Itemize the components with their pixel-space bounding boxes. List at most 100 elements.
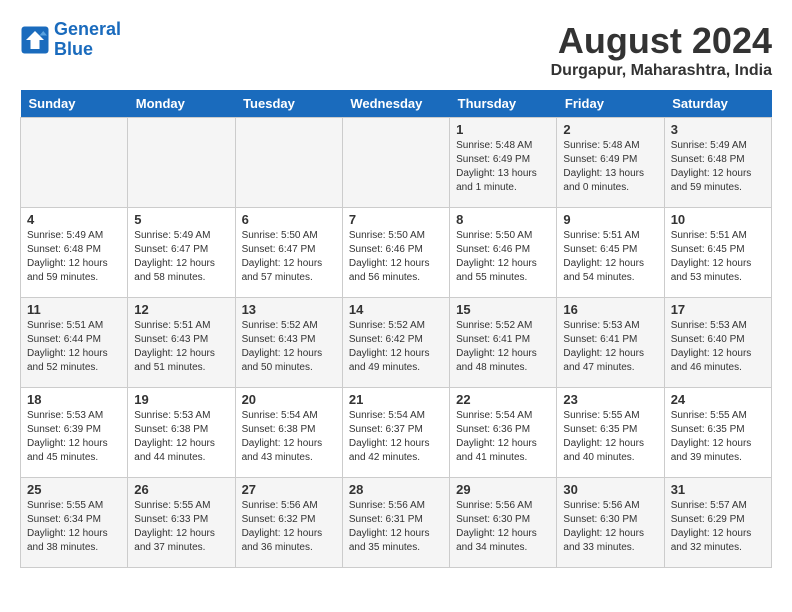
day-number: 4 [27, 212, 121, 227]
calendar-week-row: 25Sunrise: 5:55 AM Sunset: 6:34 PM Dayli… [21, 478, 772, 568]
day-info: Sunrise: 5:51 AM Sunset: 6:45 PM Dayligh… [671, 229, 765, 285]
calendar-cell: 27Sunrise: 5:56 AM Sunset: 6:32 PM Dayli… [235, 478, 342, 568]
calendar-cell: 20 Sunrise: 5:54 AM Sunset: 6:38 PM Dayli… [235, 388, 342, 478]
day-info: Sunrise: 5:53 AM Sunset: 6:38 PM Dayligh… [134, 409, 228, 465]
logo: General Blue [20, 20, 121, 60]
day-info: Sunrise: 5:56 AM Sunset: 6:31 PM Dayligh… [349, 499, 443, 555]
day-info: Sunrise: 5:48 AM Sunset: 6:49 PM Dayligh… [456, 139, 550, 195]
day-number: 28 [349, 482, 443, 497]
calendar-cell: 31Sunrise: 5:57 AM Sunset: 6:29 PM Dayli… [664, 478, 771, 568]
day-number: 31 [671, 482, 765, 497]
calendar-cell: 8 Sunrise: 5:50 AM Sunset: 6:46 PM Daylig… [450, 208, 557, 298]
day-info: Sunrise: 5:48 AM Sunset: 6:49 PM Dayligh… [563, 139, 657, 195]
day-info: Sunrise: 5:56 AM Sunset: 6:30 PM Dayligh… [456, 499, 550, 555]
day-number: 18 [27, 392, 121, 407]
day-number: 21 [349, 392, 443, 407]
calendar-cell [128, 118, 235, 208]
day-info: Sunrise: 5:49 AM Sunset: 6:48 PM Dayligh… [671, 139, 765, 195]
logo-text: General Blue [54, 20, 121, 60]
calendar-cell: 22 Sunrise: 5:54 AM Sunset: 6:36 PM Dayli… [450, 388, 557, 478]
day-info: Sunrise: 5:52 AM Sunset: 6:42 PM Dayligh… [349, 319, 443, 375]
calendar-cell: 4 Sunrise: 5:49 AM Sunset: 6:48 PM Daylig… [21, 208, 128, 298]
calendar-cell: 13 Sunrise: 5:52 AM Sunset: 6:43 PM Dayli… [235, 298, 342, 388]
day-header-wednesday: Wednesday [342, 90, 449, 118]
day-number: 14 [349, 302, 443, 317]
calendar-week-row: 1 Sunrise: 5:48 AM Sunset: 6:49 PM Daylig… [21, 118, 772, 208]
page-header: General Blue August 2024 Durgapur, Mahar… [20, 20, 772, 80]
calendar-cell [235, 118, 342, 208]
logo-icon [20, 25, 50, 55]
calendar-cell: 3Sunrise: 5:49 AM Sunset: 6:48 PM Daylig… [664, 118, 771, 208]
day-number: 19 [134, 392, 228, 407]
day-number: 2 [563, 122, 657, 137]
day-info: Sunrise: 5:54 AM Sunset: 6:36 PM Dayligh… [456, 409, 550, 465]
day-header-monday: Monday [128, 90, 235, 118]
calendar-header-row: SundayMondayTuesdayWednesdayThursdayFrid… [21, 90, 772, 118]
calendar-cell: 23Sunrise: 5:55 AM Sunset: 6:35 PM Dayli… [557, 388, 664, 478]
day-info: Sunrise: 5:49 AM Sunset: 6:48 PM Dayligh… [27, 229, 121, 285]
day-info: Sunrise: 5:52 AM Sunset: 6:41 PM Dayligh… [456, 319, 550, 375]
month-year-title: August 2024 [551, 20, 772, 62]
day-number: 29 [456, 482, 550, 497]
calendar-week-row: 4 Sunrise: 5:49 AM Sunset: 6:48 PM Daylig… [21, 208, 772, 298]
calendar-cell: 2 Sunrise: 5:48 AM Sunset: 6:49 PM Daylig… [557, 118, 664, 208]
calendar-table: SundayMondayTuesdayWednesdayThursdayFrid… [20, 90, 772, 568]
day-info: Sunrise: 5:50 AM Sunset: 6:46 PM Dayligh… [456, 229, 550, 285]
day-number: 1 [456, 122, 550, 137]
day-header-saturday: Saturday [664, 90, 771, 118]
calendar-cell: 24 Sunrise: 5:55 AM Sunset: 6:35 PM Dayli… [664, 388, 771, 478]
day-header-thursday: Thursday [450, 90, 557, 118]
location-subtitle: Durgapur, Maharashtra, India [551, 62, 772, 80]
calendar-cell: 21 Sunrise: 5:54 AM Sunset: 6:37 PM Dayli… [342, 388, 449, 478]
calendar-cell: 25Sunrise: 5:55 AM Sunset: 6:34 PM Dayli… [21, 478, 128, 568]
calendar-week-row: 11 Sunrise: 5:51 AM Sunset: 6:44 PM Dayli… [21, 298, 772, 388]
day-info: Sunrise: 5:52 AM Sunset: 6:43 PM Dayligh… [242, 319, 336, 375]
day-number: 8 [456, 212, 550, 227]
day-info: Sunrise: 5:51 AM Sunset: 6:44 PM Dayligh… [27, 319, 121, 375]
day-info: Sunrise: 5:53 AM Sunset: 6:39 PM Dayligh… [27, 409, 121, 465]
day-number: 20 [242, 392, 336, 407]
calendar-cell: 12Sunrise: 5:51 AM Sunset: 6:43 PM Dayli… [128, 298, 235, 388]
day-info: Sunrise: 5:50 AM Sunset: 6:46 PM Dayligh… [349, 229, 443, 285]
day-info: Sunrise: 5:55 AM Sunset: 6:35 PM Dayligh… [671, 409, 765, 465]
day-info: Sunrise: 5:53 AM Sunset: 6:41 PM Dayligh… [563, 319, 657, 375]
day-number: 10 [671, 212, 765, 227]
calendar-cell: 11 Sunrise: 5:51 AM Sunset: 6:44 PM Dayli… [21, 298, 128, 388]
day-number: 25 [27, 482, 121, 497]
calendar-cell: 6 Sunrise: 5:50 AM Sunset: 6:47 PM Daylig… [235, 208, 342, 298]
calendar-cell: 16 Sunrise: 5:53 AM Sunset: 6:41 PM Dayli… [557, 298, 664, 388]
day-info: Sunrise: 5:54 AM Sunset: 6:37 PM Dayligh… [349, 409, 443, 465]
day-number: 11 [27, 302, 121, 317]
day-number: 6 [242, 212, 336, 227]
day-header-sunday: Sunday [21, 90, 128, 118]
calendar-cell: 5 Sunrise: 5:49 AM Sunset: 6:47 PM Daylig… [128, 208, 235, 298]
day-number: 27 [242, 482, 336, 497]
day-header-friday: Friday [557, 90, 664, 118]
day-info: Sunrise: 5:51 AM Sunset: 6:43 PM Dayligh… [134, 319, 228, 375]
day-number: 13 [242, 302, 336, 317]
day-info: Sunrise: 5:49 AM Sunset: 6:47 PM Dayligh… [134, 229, 228, 285]
logo-line2: Blue [54, 39, 93, 59]
calendar-cell: 7 Sunrise: 5:50 AM Sunset: 6:46 PM Daylig… [342, 208, 449, 298]
calendar-cell: 29 Sunrise: 5:56 AM Sunset: 6:30 PM Dayli… [450, 478, 557, 568]
calendar-cell: 1 Sunrise: 5:48 AM Sunset: 6:49 PM Daylig… [450, 118, 557, 208]
day-number: 16 [563, 302, 657, 317]
day-info: Sunrise: 5:56 AM Sunset: 6:30 PM Dayligh… [563, 499, 657, 555]
calendar-cell: 10 Sunrise: 5:51 AM Sunset: 6:45 PM Dayli… [664, 208, 771, 298]
day-number: 15 [456, 302, 550, 317]
day-info: Sunrise: 5:54 AM Sunset: 6:38 PM Dayligh… [242, 409, 336, 465]
day-info: Sunrise: 5:50 AM Sunset: 6:47 PM Dayligh… [242, 229, 336, 285]
day-number: 5 [134, 212, 228, 227]
day-number: 7 [349, 212, 443, 227]
calendar-cell: 17Sunrise: 5:53 AM Sunset: 6:40 PM Dayli… [664, 298, 771, 388]
day-number: 26 [134, 482, 228, 497]
day-header-tuesday: Tuesday [235, 90, 342, 118]
day-number: 30 [563, 482, 657, 497]
title-area: August 2024 Durgapur, Maharashtra, India [551, 20, 772, 80]
calendar-cell: 9Sunrise: 5:51 AM Sunset: 6:45 PM Daylig… [557, 208, 664, 298]
day-number: 24 [671, 392, 765, 407]
day-info: Sunrise: 5:55 AM Sunset: 6:35 PM Dayligh… [563, 409, 657, 465]
day-number: 22 [456, 392, 550, 407]
day-number: 9 [563, 212, 657, 227]
calendar-cell: 14 Sunrise: 5:52 AM Sunset: 6:42 PM Dayli… [342, 298, 449, 388]
